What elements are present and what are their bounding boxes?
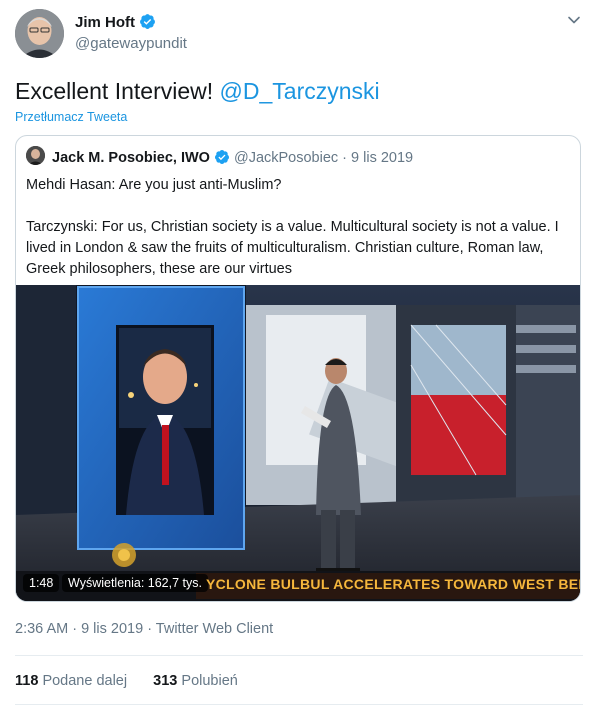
- retweets-stat[interactable]: 118 Podane dalej: [15, 673, 127, 689]
- video-player[interactable]: 1:48 Wyświetlenia: 162,7 tys. YCLONE BUL…: [16, 285, 580, 601]
- translate-tweet-link[interactable]: Przetłumacz Tweeta: [15, 110, 127, 124]
- author-handle[interactable]: @gatewaypundit: [75, 35, 187, 52]
- likes-stat[interactable]: 313 Polubień: [153, 673, 238, 689]
- video-thumbnail: [16, 285, 580, 601]
- retweets-count: 118: [15, 673, 39, 689]
- quoted-author-handle[interactable]: @JackPosobiec: [234, 150, 338, 166]
- quoted-author-name[interactable]: Jack M. Posobiec, IWO: [52, 150, 210, 166]
- quoted-tweet-card[interactable]: Jack M. Posobiec, IWO @JackPosobiec · 9 …: [15, 135, 581, 602]
- tweet-meta: 2:36 AM · 9 lis 2019 · Twitter Web Clien…: [15, 621, 273, 637]
- quoted-date[interactable]: 9 lis 2019: [351, 150, 413, 166]
- quoted-text-line2: Tarczynski: For us, Christian society is…: [26, 219, 559, 277]
- likes-count: 313: [153, 673, 178, 689]
- mention-link[interactable]: @D_Tarczynski: [220, 78, 380, 104]
- meta-separator-2: ·: [143, 621, 156, 637]
- meta-separator: ·: [68, 621, 82, 637]
- author-avatar[interactable]: [15, 9, 64, 58]
- tweet-client[interactable]: Twitter Web Client: [156, 621, 273, 637]
- quoted-tweet-text: Mehdi Hasan: Are you just anti-Muslim? T…: [26, 175, 572, 301]
- likes-label: Polubień: [181, 673, 238, 689]
- quoted-text-line1: Mehdi Hasan: Are you just anti-Muslim?: [26, 177, 282, 193]
- tweet-text-body: Excellent Interview!: [15, 78, 220, 104]
- verified-badge-icon: [214, 149, 230, 169]
- retweets-label: Podane dalej: [42, 673, 128, 689]
- video-duration: 1:48: [23, 574, 60, 592]
- quoted-author-avatar[interactable]: [26, 146, 45, 165]
- author-name[interactable]: Jim Hoft: [75, 13, 156, 34]
- verified-badge-icon: [139, 13, 156, 34]
- divider: [15, 704, 583, 705]
- tweet-date[interactable]: 9 lis 2019: [81, 621, 143, 637]
- divider: [15, 655, 583, 656]
- tweet-stats: 118 Podane dalej 313 Polubień: [15, 673, 238, 689]
- quoted-author: Jack M. Posobiec, IWO @JackPosobiec · 9 …: [52, 149, 413, 169]
- chevron-down-icon[interactable]: [566, 12, 582, 28]
- tweet-text: Excellent Interview! @D_Tarczynski: [15, 77, 380, 105]
- tweet-time[interactable]: 2:36 AM: [15, 621, 68, 637]
- news-ticker: YCLONE BULBUL ACCELERATES TOWARD WEST BE…: [206, 576, 580, 592]
- quoted-separator: ·: [338, 150, 352, 166]
- author-name-text[interactable]: Jim Hoft: [75, 14, 135, 31]
- video-views: Wyświetlenia: 162,7 tys.: [62, 574, 208, 592]
